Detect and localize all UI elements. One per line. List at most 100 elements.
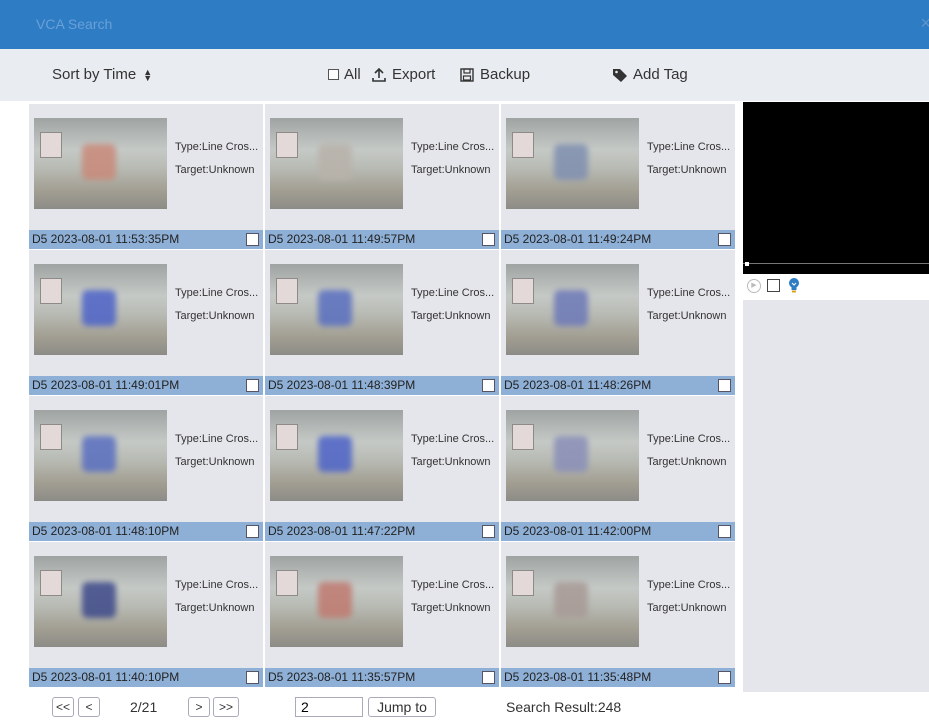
blurred-subject (318, 436, 352, 472)
event-type: Type:Line Cros... (411, 141, 495, 153)
export-icon (372, 67, 386, 82)
export-button[interactable]: Export (371, 66, 435, 83)
thumbnail-window (276, 278, 298, 304)
snapshot-thumbnail[interactable] (506, 118, 639, 209)
result-caption: D5 2023-08-01 11:48:39PM (268, 378, 416, 392)
caption-bar: D5 2023-08-01 11:49:01PM (29, 376, 263, 395)
progress-track[interactable] (743, 263, 929, 264)
sort-by-time-button[interactable]: Sort by Time ▲ ▼ (52, 66, 152, 83)
result-card[interactable]: Type:Line Cros... Target:Unknown D5 2023-0… (29, 542, 263, 687)
result-caption: D5 2023-08-01 11:47:22PM (268, 524, 416, 538)
blurred-subject (82, 582, 116, 618)
select-checkbox[interactable] (482, 525, 495, 538)
result-caption: D5 2023-08-01 11:42:00PM (504, 524, 652, 538)
result-card[interactable]: Type:Line Cros... Target:Unknown D5 2023-0… (29, 396, 263, 541)
blurred-subject (82, 144, 116, 180)
sort-arrows-icon: ▲ ▼ (143, 66, 153, 83)
select-checkbox[interactable] (482, 233, 495, 246)
stop-icon[interactable] (767, 279, 780, 292)
select-checkbox[interactable] (482, 379, 495, 392)
event-target: Target:Unknown (647, 456, 727, 468)
blurred-subject (554, 582, 588, 618)
event-target: Target:Unknown (175, 310, 255, 322)
caption-bar: D5 2023-08-01 11:42:00PM (501, 522, 735, 541)
result-caption: D5 2023-08-01 11:49:57PM (268, 232, 416, 246)
jump-page-input[interactable] (295, 697, 363, 717)
blurred-subject (318, 290, 352, 326)
caption-bar: D5 2023-08-01 11:49:24PM (501, 230, 735, 249)
result-caption: D5 2023-08-01 11:35:57PM (268, 670, 416, 684)
snapshot-thumbnail[interactable] (34, 118, 167, 209)
snapshot-thumbnail[interactable] (506, 410, 639, 501)
title-bar: VCA Search × (0, 0, 929, 49)
select-checkbox[interactable] (246, 525, 259, 538)
pagination-bar: << < 2/21 > >> Jump to Search Result:248 (0, 692, 929, 722)
select-checkbox[interactable] (246, 379, 259, 392)
progress-handle[interactable] (745, 262, 749, 266)
result-card[interactable]: Type:Line Cros... Target:Unknown D5 2023-0… (501, 250, 735, 395)
snapshot-thumbnail[interactable] (34, 410, 167, 501)
video-preview[interactable] (743, 102, 929, 274)
close-button[interactable]: × (920, 13, 929, 34)
result-caption: D5 2023-08-01 11:48:10PM (32, 524, 180, 538)
first-page-button[interactable]: << (52, 697, 74, 717)
result-card[interactable]: Type:Line Cros... Target:Unknown D5 2023-0… (265, 542, 499, 687)
select-checkbox[interactable] (718, 233, 731, 246)
snapshot-thumbnail[interactable] (270, 118, 403, 209)
result-card[interactable]: Type:Line Cros... Target:Unknown D5 2023-0… (501, 542, 735, 687)
result-card[interactable]: Type:Line Cros... Target:Unknown D5 2023-0… (501, 396, 735, 541)
snapshot-thumbnail[interactable] (506, 556, 639, 647)
select-all-checkbox[interactable]: All (328, 66, 361, 83)
thumbnail-window (40, 132, 62, 158)
thumbnail-window (512, 278, 534, 304)
select-checkbox[interactable] (718, 671, 731, 684)
page-indicator: 2/21 (130, 699, 158, 715)
event-target: Target:Unknown (647, 164, 727, 176)
event-type: Type:Line Cros... (647, 141, 731, 153)
blurred-subject (318, 144, 352, 180)
toolbar: Sort by Time ▲ ▼ All Export Backup Add Ta… (0, 49, 929, 101)
jump-to-button[interactable]: Jump to (368, 697, 436, 717)
caption-bar: D5 2023-08-01 11:35:57PM (265, 668, 499, 687)
event-type: Type:Line Cros... (175, 287, 259, 299)
snapshot-thumbnail[interactable] (506, 264, 639, 355)
result-card[interactable]: Type:Line Cros... Target:Unknown D5 2023-0… (265, 396, 499, 541)
last-page-button[interactable]: >> (213, 697, 239, 717)
lightbulb-icon[interactable] (787, 277, 801, 294)
caption-bar: D5 2023-08-01 11:48:39PM (265, 376, 499, 395)
play-icon[interactable]: ▶ (747, 279, 761, 293)
event-target: Target:Unknown (411, 310, 491, 322)
select-checkbox[interactable] (482, 671, 495, 684)
event-type: Type:Line Cros... (647, 579, 731, 591)
select-checkbox[interactable] (718, 379, 731, 392)
results-grid: Type:Line Cros... Target:Unknown D5 2023-0… (29, 104, 739, 692)
result-card[interactable]: Type:Line Cros... Target:Unknown D5 2023-0… (29, 250, 263, 395)
select-checkbox[interactable] (246, 671, 259, 684)
export-label: Export (392, 66, 436, 83)
backup-button[interactable]: Backup (459, 66, 530, 83)
result-card[interactable]: Type:Line Cros... Target:Unknown D5 2023-0… (29, 104, 263, 249)
result-card[interactable]: Type:Line Cros... Target:Unknown D5 2023-0… (265, 250, 499, 395)
tag-icon (613, 68, 627, 82)
checkbox-icon (328, 69, 339, 80)
add-tag-button[interactable]: Add Tag (612, 66, 688, 83)
result-caption: D5 2023-08-01 11:40:10PM (32, 670, 180, 684)
select-checkbox[interactable] (246, 233, 259, 246)
result-card[interactable]: Type:Line Cros... Target:Unknown D5 2023-0… (265, 104, 499, 249)
next-page-button[interactable]: > (188, 697, 210, 717)
result-caption: D5 2023-08-01 11:35:48PM (504, 670, 652, 684)
sort-label: Sort by Time (52, 66, 137, 83)
snapshot-thumbnail[interactable] (270, 556, 403, 647)
snapshot-thumbnail[interactable] (270, 410, 403, 501)
snapshot-thumbnail[interactable] (34, 264, 167, 355)
caption-bar: D5 2023-08-01 11:40:10PM (29, 668, 263, 687)
select-checkbox[interactable] (718, 525, 731, 538)
event-target: Target:Unknown (411, 602, 491, 614)
thumbnail-window (512, 132, 534, 158)
snapshot-thumbnail[interactable] (34, 556, 167, 647)
thumbnail-window (276, 132, 298, 158)
event-type: Type:Line Cros... (647, 433, 731, 445)
prev-page-button[interactable]: < (78, 697, 100, 717)
result-card[interactable]: Type:Line Cros... Target:Unknown D5 2023-0… (501, 104, 735, 249)
snapshot-thumbnail[interactable] (270, 264, 403, 355)
